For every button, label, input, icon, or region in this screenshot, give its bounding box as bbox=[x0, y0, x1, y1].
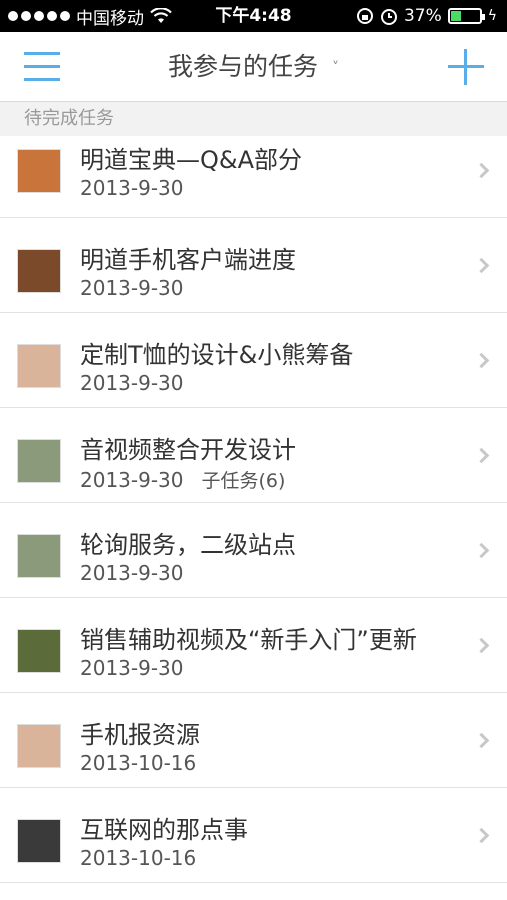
task-date: 2013-9-30 子任务(6) bbox=[80, 466, 285, 493]
section-header: 待完成任务 bbox=[0, 102, 507, 136]
battery-icon bbox=[447, 8, 485, 24]
task-date-text: 2013-9-30 bbox=[80, 276, 184, 300]
navigation-bar: 我参与的任务 ˅ bbox=[0, 32, 507, 102]
status-right: 37% ϟ bbox=[356, 0, 497, 32]
task-date-text: 2013-9-30 bbox=[80, 371, 184, 395]
subtask-count: 子任务(6) bbox=[201, 470, 286, 492]
alarm-icon bbox=[380, 9, 397, 25]
task-title: 手机报资源 bbox=[80, 721, 200, 749]
charging-icon: ϟ bbox=[487, 8, 497, 24]
task-row[interactable]: 手机报资源 2013-10-16 bbox=[0, 693, 507, 788]
avatar bbox=[17, 249, 61, 293]
avatar bbox=[17, 439, 61, 483]
task-row[interactable]: 销售辅助视频及“新手入门”更新 2013-9-30 bbox=[0, 598, 507, 693]
task-date-text: 2013-9-30 bbox=[80, 468, 184, 492]
chevron-right-icon bbox=[473, 542, 490, 559]
page-title[interactable]: 我参与的任务 ˅ bbox=[0, 32, 507, 103]
task-title: 明道宝典—Q&A部分 bbox=[80, 146, 303, 174]
avatar bbox=[17, 724, 61, 768]
task-row[interactable]: 音视频整合开发设计 2013-9-30 子任务(6) bbox=[0, 408, 507, 503]
task-title: 互联网的那点事 bbox=[80, 816, 248, 844]
task-title: 轮询服务，二级站点 bbox=[80, 531, 296, 559]
chevron-right-icon bbox=[473, 257, 490, 274]
avatar bbox=[17, 629, 61, 673]
task-title: 销售辅助视频及“新手入门”更新 bbox=[80, 626, 417, 654]
task-date: 2013-10-16 bbox=[80, 751, 196, 775]
task-title: 定制T恤的设计&小熊筹备 bbox=[80, 341, 354, 369]
task-date-text: 2013-9-30 bbox=[80, 176, 184, 200]
task-date-text: 2013-10-16 bbox=[80, 751, 197, 775]
task-date: 2013-9-30 bbox=[80, 176, 184, 200]
battery-percent: 37% bbox=[403, 6, 442, 26]
signal-strength-icon bbox=[8, 11, 70, 21]
task-title: 音视频整合开发设计 bbox=[80, 436, 296, 464]
add-task-button[interactable] bbox=[448, 49, 484, 85]
task-date: 2013-10-16 bbox=[80, 846, 196, 870]
avatar bbox=[17, 534, 61, 578]
battery-level bbox=[450, 11, 462, 21]
task-date: 2013-9-30 bbox=[80, 656, 184, 680]
task-row[interactable]: 明道宝典—Q&A部分 2013-9-30 bbox=[0, 136, 507, 218]
task-list: 明道宝典—Q&A部分 2013-9-30 明道手机客户端进度 2013-9-30 定制T… bbox=[0, 136, 507, 883]
chevron-right-icon bbox=[473, 827, 490, 844]
task-row[interactable]: 互联网的那点事 2013-10-16 bbox=[0, 788, 507, 883]
task-date: 2013-9-30 bbox=[80, 276, 184, 300]
chevron-down-icon: ˅ bbox=[332, 60, 339, 76]
chevron-right-icon bbox=[473, 447, 490, 464]
page-title-text: 我参与的任务 bbox=[167, 52, 318, 81]
task-date: 2013-9-30 bbox=[80, 371, 184, 395]
task-row[interactable]: 明道手机客户端进度 2013-9-30 bbox=[0, 218, 507, 313]
avatar bbox=[17, 819, 61, 863]
chevron-right-icon bbox=[473, 637, 490, 654]
status-left: 中国移动 bbox=[8, 0, 172, 32]
chevron-right-icon bbox=[473, 162, 490, 179]
chevron-right-icon bbox=[473, 352, 490, 369]
task-date-text: 2013-10-16 bbox=[80, 846, 197, 870]
avatar bbox=[17, 149, 61, 193]
rotation-lock-icon bbox=[356, 8, 373, 24]
chevron-right-icon bbox=[473, 732, 490, 749]
task-row[interactable]: 轮询服务，二级站点 2013-9-30 bbox=[0, 503, 507, 598]
wifi-icon bbox=[150, 8, 172, 23]
task-date-text: 2013-9-30 bbox=[80, 561, 184, 585]
task-date: 2013-9-30 bbox=[80, 561, 184, 585]
task-title: 明道手机客户端进度 bbox=[80, 246, 296, 274]
status-bar: 中国移动 下午4:48 37% ϟ bbox=[0, 0, 507, 32]
avatar bbox=[17, 344, 61, 388]
task-row[interactable]: 定制T恤的设计&小熊筹备 2013-9-30 bbox=[0, 313, 507, 408]
carrier-label: 中国移动 bbox=[76, 8, 144, 29]
task-date-text: 2013-9-30 bbox=[80, 656, 184, 680]
